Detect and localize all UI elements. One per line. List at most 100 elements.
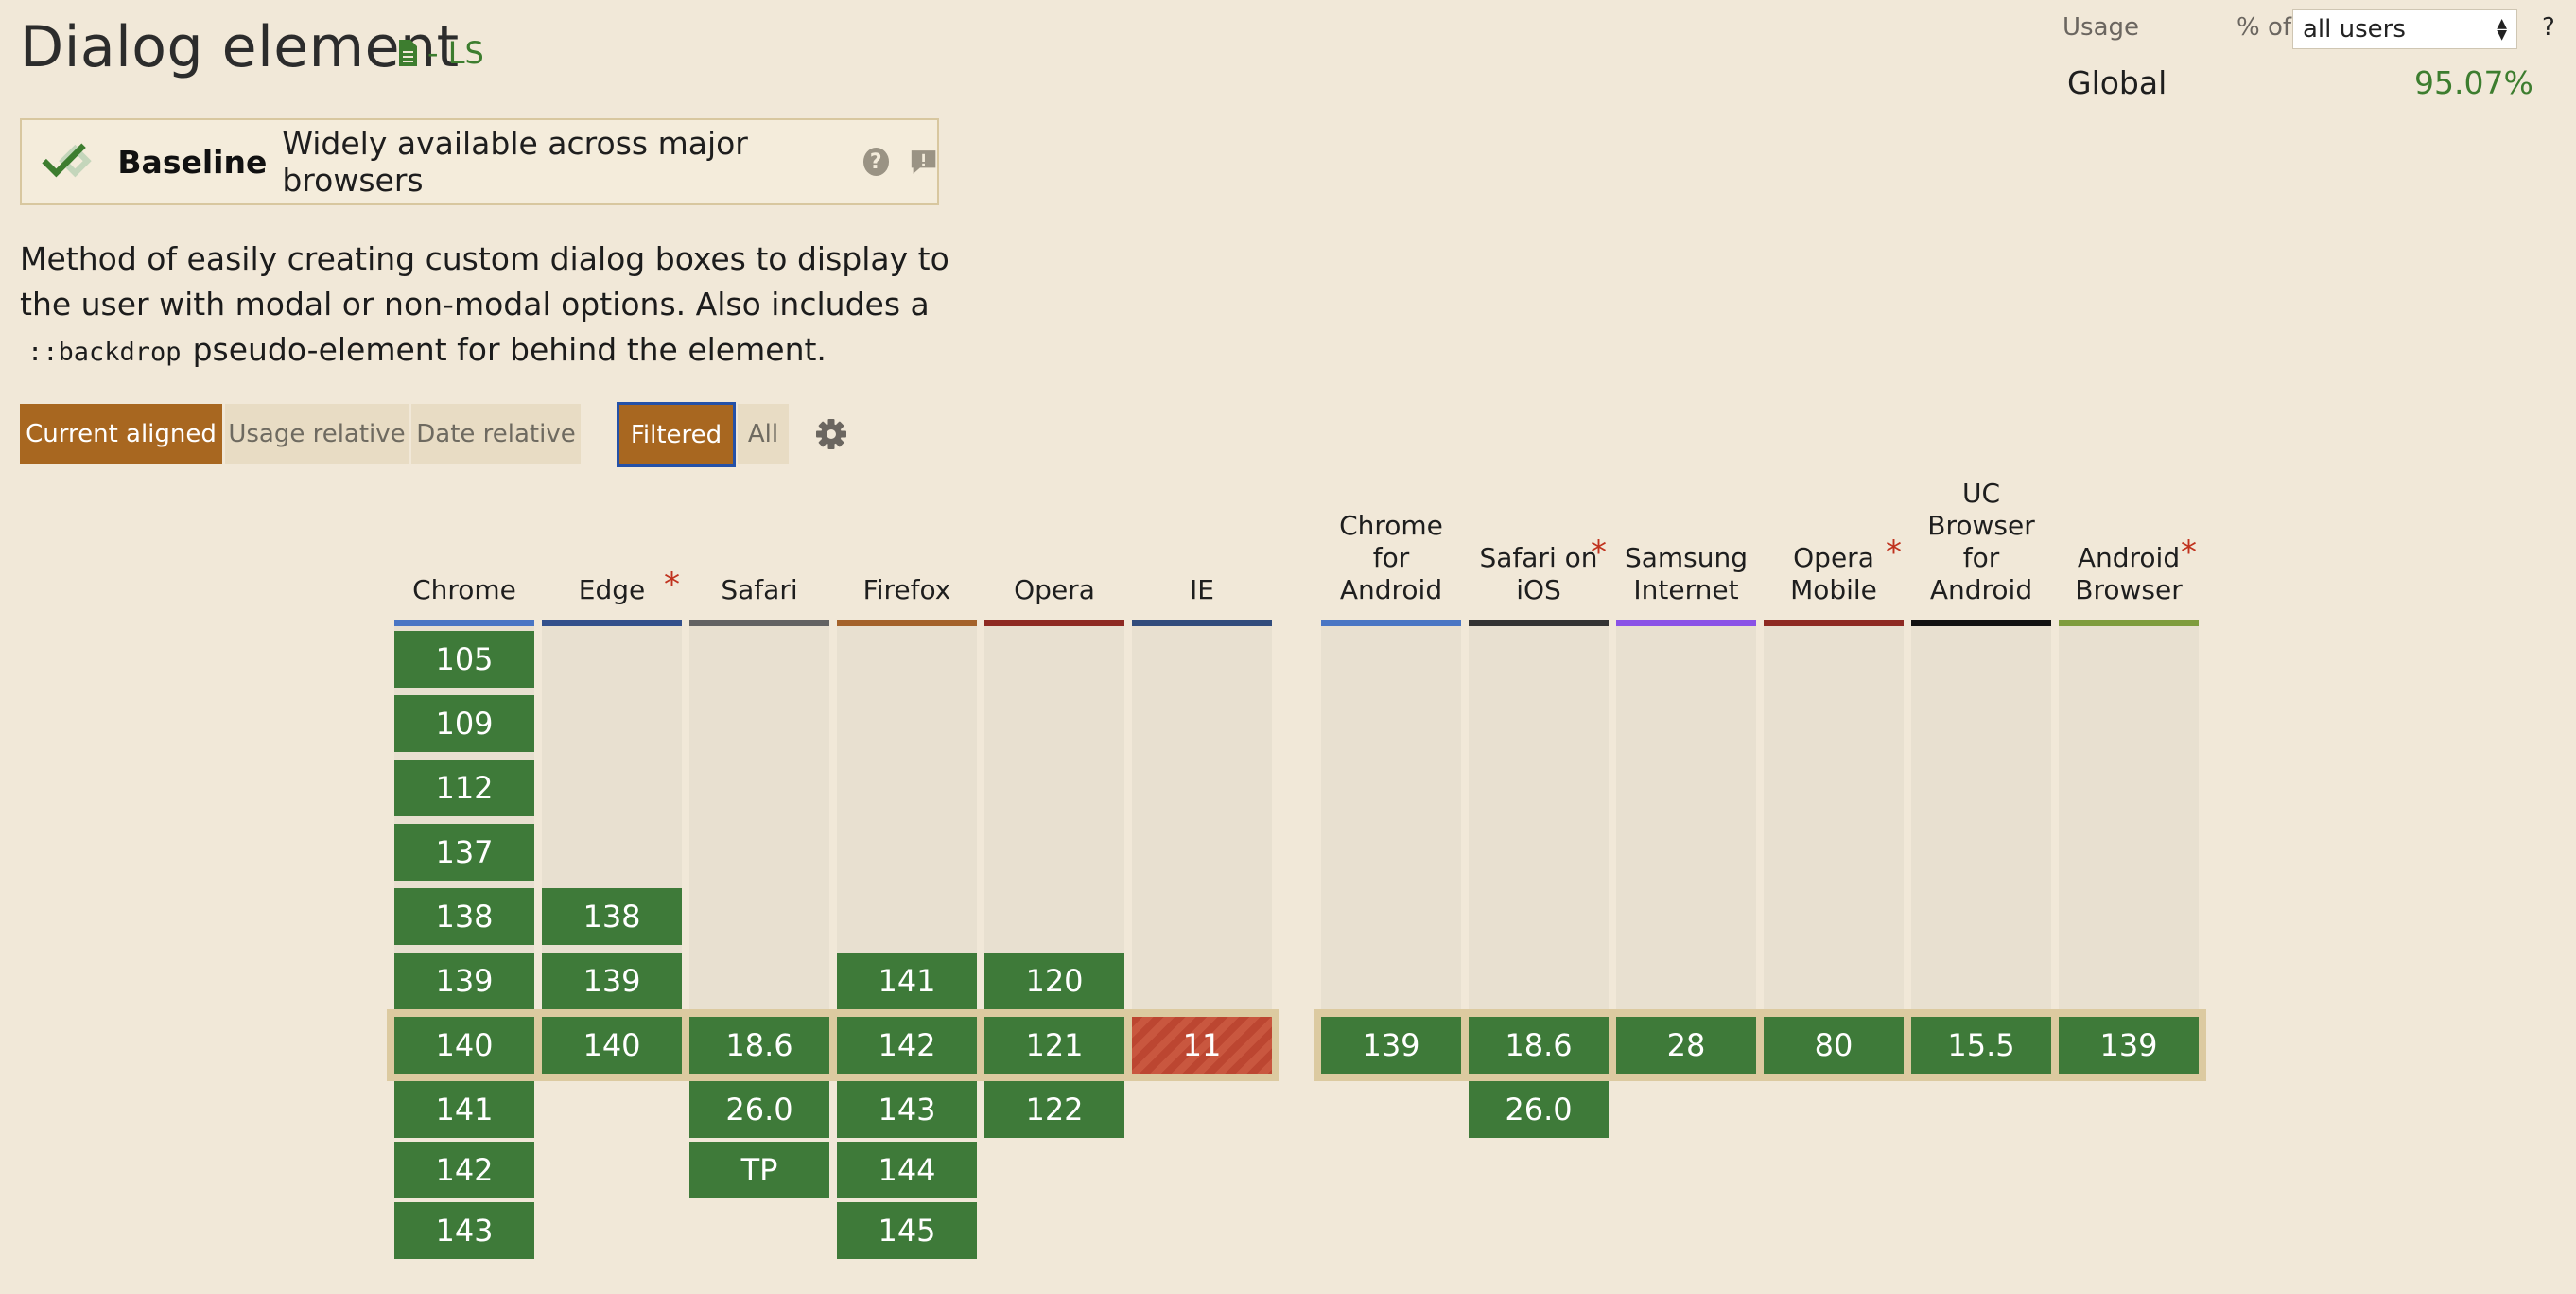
- browser-color-bar: [542, 620, 682, 626]
- version-cell[interactable]: 139: [542, 953, 682, 1009]
- browser-column-opera-mobile: [1764, 626, 1904, 1009]
- browser-name-line: for: [1372, 542, 1410, 573]
- browser-header-safari[interactable]: Safari: [689, 574, 829, 606]
- version-cell[interactable]: 141: [837, 953, 977, 1009]
- usage-help-link[interactable]: ?: [2542, 13, 2555, 42]
- browser-name-line: Android: [2077, 542, 2181, 573]
- feedback-icon[interactable]: [910, 148, 937, 176]
- browser-name-line: Firefox: [862, 574, 951, 605]
- future-version-cell[interactable]: 141: [394, 1081, 534, 1138]
- browser-name-line: Samsung: [1624, 542, 1749, 573]
- browser-header-edge[interactable]: Edge *: [542, 568, 682, 606]
- browser-name-line: Edge: [578, 574, 646, 605]
- browser-header-safari-on-ios[interactable]: Safari on iOS *: [1469, 536, 1609, 606]
- version-cell[interactable]: 139: [394, 953, 534, 1009]
- gear-icon[interactable]: [815, 418, 847, 450]
- region-label: Global: [2067, 64, 2167, 101]
- browser-name-line: Chrome: [1339, 510, 1443, 541]
- version-cell[interactable]: 138: [542, 888, 682, 945]
- browser-color-bar: [689, 620, 829, 626]
- browser-name-line: Mobile: [1790, 574, 1877, 605]
- usage-note-asterisk[interactable]: *: [1886, 536, 1902, 568]
- browser-name-line: Android: [1929, 574, 2033, 605]
- browser-color-bar: [1911, 620, 2051, 626]
- version-cell[interactable]: 109: [394, 695, 534, 752]
- current-version-cell[interactable]: 15.5: [1911, 1017, 2051, 1074]
- browser-header-firefox[interactable]: Firefox: [837, 574, 977, 606]
- description-code: ::backdrop: [27, 338, 182, 367]
- browser-name-line: Browser: [2075, 574, 2183, 605]
- spec-status-label: - LS: [427, 35, 484, 71]
- browser-column-safari-on-ios: [1469, 626, 1609, 1009]
- current-aligned-button[interactable]: Current aligned: [20, 404, 222, 464]
- version-cell[interactable]: 105: [394, 631, 534, 688]
- help-icon[interactable]: ?: [862, 148, 889, 176]
- current-version-cell[interactable]: 28: [1616, 1017, 1756, 1074]
- future-version-cell[interactable]: 145: [837, 1202, 977, 1259]
- usage-relative-button[interactable]: Usage relative: [225, 404, 409, 464]
- browser-name-line: for: [1962, 542, 2000, 573]
- current-version-cell[interactable]: 140: [542, 1017, 682, 1074]
- usage-label: Usage: [2063, 13, 2140, 42]
- version-cell[interactable]: 138: [394, 888, 534, 945]
- description-text-end: pseudo-element for behind the element.: [192, 331, 827, 368]
- future-version-cell[interactable]: 142: [394, 1142, 534, 1198]
- browser-name-line: Opera: [1014, 574, 1095, 605]
- user-scope-select[interactable]: all users ▲ ▼: [2292, 9, 2517, 49]
- region-usage-value: 95.07%: [2414, 64, 2533, 101]
- browser-header-chrome-for-android[interactable]: Chrome for Android: [1321, 510, 1461, 606]
- future-version-cell[interactable]: 143: [394, 1202, 534, 1259]
- browser-name-line: iOS: [1516, 574, 1561, 605]
- current-version-cell[interactable]: 18.6: [1469, 1017, 1609, 1074]
- future-version-cell[interactable]: 144: [837, 1142, 977, 1198]
- browser-header-opera[interactable]: Opera: [984, 574, 1124, 606]
- browser-name-line: UC: [1961, 478, 2001, 509]
- current-version-cell[interactable]: 139: [2059, 1017, 2199, 1074]
- usage-note-asterisk[interactable]: *: [2181, 536, 2197, 568]
- future-version-cell[interactable]: TP: [689, 1142, 829, 1198]
- browser-header-ie[interactable]: IE: [1132, 574, 1272, 606]
- current-version-cell[interactable]: 18.6: [689, 1017, 829, 1074]
- future-version-cell[interactable]: 143: [837, 1081, 977, 1138]
- date-relative-button[interactable]: Date relative: [411, 404, 581, 464]
- future-version-cell[interactable]: 26.0: [1469, 1081, 1609, 1138]
- browser-column-android-browser: [2059, 626, 2199, 1009]
- version-cell[interactable]: 137: [394, 824, 534, 881]
- feature-description: Method of easily creating custom dialog …: [20, 236, 956, 376]
- browser-header-samsung-internet[interactable]: Samsung Internet: [1616, 542, 1756, 606]
- baseline-check-icon: [42, 143, 92, 178]
- browser-color-bar: [1132, 620, 1272, 626]
- browser-header-opera-mobile[interactable]: Opera Mobile *: [1764, 536, 1904, 606]
- current-version-cell[interactable]: 140: [394, 1017, 534, 1074]
- browser-column-samsung-internet: [1616, 626, 1756, 1009]
- current-version-cell[interactable]: 121: [984, 1017, 1124, 1074]
- all-button[interactable]: All: [738, 404, 789, 464]
- browser-column-uc-browser-for-android: [1911, 626, 2051, 1009]
- current-version-cell[interactable]: 11: [1132, 1017, 1272, 1074]
- browser-header-chrome[interactable]: Chrome: [394, 574, 534, 606]
- browser-header-uc-browser-for-android[interactable]: UC Browser for Android: [1911, 478, 2051, 606]
- page-title: Dialog element: [20, 14, 460, 80]
- select-arrows-icon: ▲ ▼: [2497, 16, 2507, 43]
- baseline-text: Widely available across major browsers: [282, 125, 748, 199]
- baseline-label: Baseline: [117, 143, 268, 181]
- browser-header-android-browser[interactable]: Android Browser *: [2059, 536, 2199, 606]
- version-cell[interactable]: 112: [394, 760, 534, 816]
- user-scope-value: all users: [2303, 15, 2406, 44]
- filtered-button[interactable]: Filtered: [617, 402, 736, 467]
- version-cell[interactable]: 120: [984, 953, 1124, 1009]
- browser-name-line: Chrome: [412, 574, 516, 605]
- percent-of-label: % of: [2237, 13, 2292, 42]
- current-version-cell[interactable]: 139: [1321, 1017, 1461, 1074]
- usage-note-asterisk[interactable]: *: [1591, 536, 1607, 568]
- spec-status[interactable]: - LS: [397, 34, 484, 72]
- browser-name-line: Safari on: [1479, 542, 1598, 573]
- future-version-cell[interactable]: 26.0: [689, 1081, 829, 1138]
- baseline-banner: Baseline Widely available across major b…: [20, 118, 939, 205]
- browser-color-bar: [1469, 620, 1609, 626]
- browser-column-safari: [689, 626, 829, 1009]
- future-version-cell[interactable]: 122: [984, 1081, 1124, 1138]
- usage-note-asterisk[interactable]: *: [664, 568, 680, 601]
- current-version-cell[interactable]: 80: [1764, 1017, 1904, 1074]
- current-version-cell[interactable]: 142: [837, 1017, 977, 1074]
